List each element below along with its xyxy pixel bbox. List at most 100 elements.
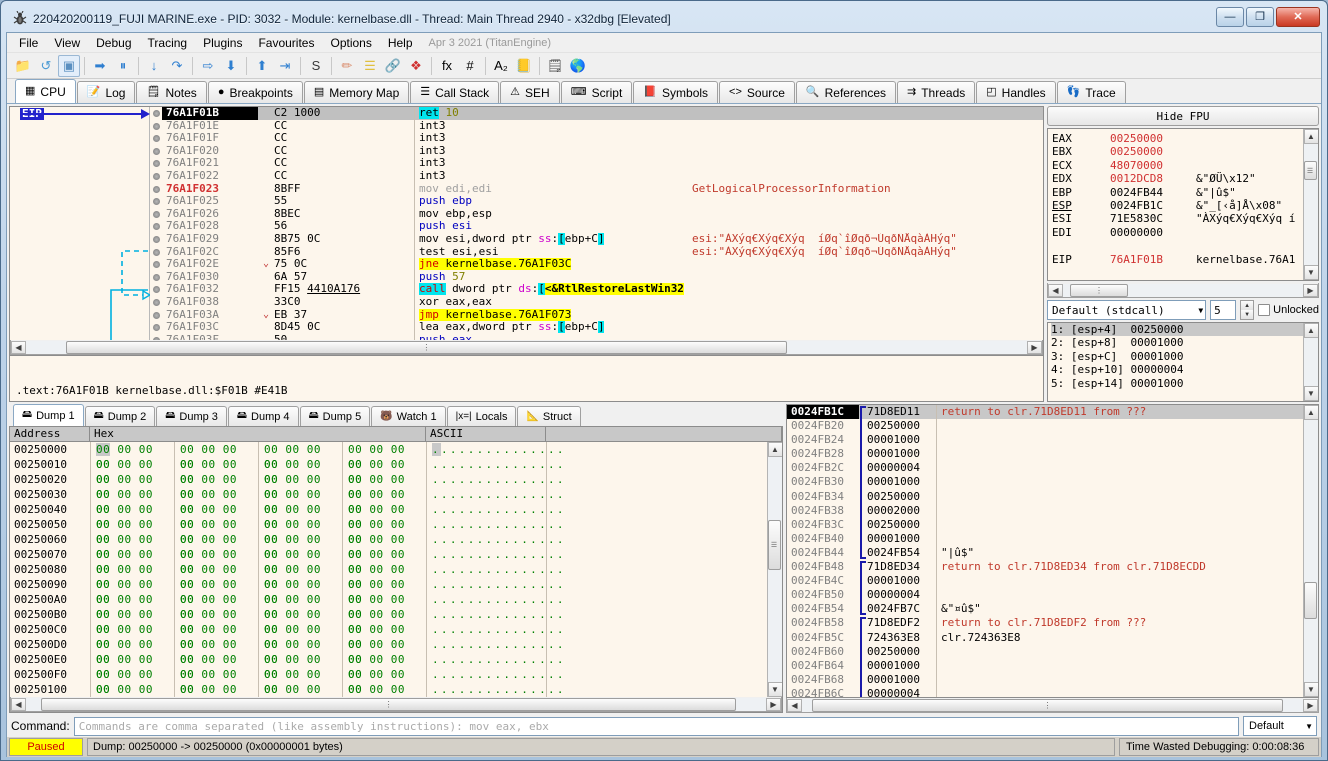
dump-ascii[interactable]: ............... bbox=[426, 487, 564, 502]
register-row-edi[interactable]: EDI 00000000 bbox=[1052, 226, 1303, 239]
stack-row[interactable]: 0024FB54 0024FB7C &"¤û$" bbox=[787, 602, 1303, 617]
dump-hex-group[interactable]: 00 00 00 00 bbox=[174, 472, 258, 501]
dump-hex-group[interactable]: 00 00 00 00 bbox=[342, 517, 426, 546]
stack-value[interactable]: 00250000 bbox=[867, 419, 937, 434]
dump-row[interactable]: 002500F0 00 00 00 00 00 00 00 00 00 00 00 0… bbox=[10, 667, 767, 696]
breakpoint-toggle[interactable] bbox=[150, 309, 162, 322]
disassembly-row[interactable]: 76A1F021 CC int3 bbox=[162, 157, 1043, 170]
tab-memory-map[interactable]: ▤ Memory Map bbox=[303, 81, 410, 103]
register-value[interactable]: 0024FB1C bbox=[1110, 199, 1196, 212]
register-value[interactable]: 71E5830C bbox=[1110, 212, 1196, 225]
disassembly-view[interactable]: EIP 76A1F01B C2 1000 ret 10 76A1F01E CC … bbox=[9, 106, 1044, 356]
minimize-button[interactable]: — bbox=[1216, 7, 1244, 27]
dump-hex-group[interactable]: 00 00 00 00 bbox=[342, 652, 426, 681]
dump-hex-group[interactable]: 00 00 00 00 bbox=[90, 577, 174, 606]
dump-tab-watch-1[interactable]: 🐻 Watch 1 bbox=[371, 406, 446, 426]
dump-hex-group[interactable]: 00 00 00 00 bbox=[342, 502, 426, 531]
breakpoint-dot-icon[interactable] bbox=[152, 235, 160, 243]
disassembly-row[interactable]: 76A1F01E CC int3 bbox=[162, 119, 1043, 133]
maximize-button[interactable]: ❐ bbox=[1246, 7, 1274, 27]
log-icon[interactable]: ☰ bbox=[359, 55, 381, 77]
dump-hex-group[interactable]: 00 00 00 00 bbox=[90, 532, 174, 561]
column-header-address[interactable]: Address bbox=[10, 427, 90, 441]
dump-hex-group[interactable]: 00 00 00 00 bbox=[90, 457, 174, 486]
dump-hex-group[interactable]: 00 00 00 00 bbox=[90, 607, 174, 636]
dump-ascii[interactable]: ............... bbox=[426, 457, 564, 472]
stack-value[interactable]: 00000004 bbox=[867, 588, 937, 603]
dump-hex-group[interactable]: 00 00 00 00 bbox=[174, 457, 258, 486]
dump-hex-group[interactable]: 00 00 00 00 bbox=[90, 667, 174, 696]
stack-value[interactable]: 71D8ED34 bbox=[867, 560, 937, 575]
disassembly-row[interactable]: 76A1F025 55 push ebp bbox=[162, 195, 1043, 208]
stack-hscrollbar[interactable]: ◀ ⋮ ▶ bbox=[786, 698, 1319, 713]
scroll-up-icon[interactable]: ▲ bbox=[1303, 129, 1318, 144]
stack-row[interactable]: 0024FB28 00001000 bbox=[787, 447, 1303, 463]
disassembly-row[interactable]: 76A1F01F CC int3 bbox=[162, 132, 1043, 145]
dump-hex-group[interactable]: 00 00 00 00 bbox=[90, 682, 174, 697]
stack-row[interactable]: 0024FB5C 724363E8 clr.724363E8 bbox=[787, 630, 1303, 646]
tab-breakpoints[interactable]: ● Breakpoints bbox=[207, 81, 303, 103]
scroll-thumb[interactable]: ⋮ bbox=[66, 340, 787, 354]
calculator-icon[interactable]: 🗒 bbox=[544, 55, 566, 77]
scroll-right-icon[interactable]: ▶ bbox=[1027, 340, 1042, 354]
register-row-esi[interactable]: ESI 71E5830C "ÀXýq€Xýq€Xýq í bbox=[1052, 212, 1303, 225]
scroll-right-icon[interactable]: ▶ bbox=[1303, 698, 1318, 712]
dump-tab-dump-3[interactable]: 🖴 Dump 3 bbox=[156, 406, 227, 426]
column-header-hex[interactable]: Hex bbox=[90, 427, 426, 441]
dump-hex-group[interactable]: 00 00 00 00 bbox=[342, 577, 426, 606]
breakpoints-icon[interactable]: ❖ bbox=[405, 55, 427, 77]
dump-tab-dump-5[interactable]: 🖴 Dump 5 bbox=[299, 406, 371, 426]
scroll-thumb[interactable]: ☰ bbox=[767, 520, 781, 570]
dump-ascii[interactable]: ............... bbox=[426, 682, 564, 697]
arguments-list[interactable]: 1: [esp+4] 00250000 2: [esp+8] 00001000 3:… bbox=[1048, 323, 1303, 401]
stack-value[interactable]: 00001000 bbox=[867, 672, 937, 687]
dump-tab-locals[interactable]: |x=| Locals bbox=[446, 406, 517, 426]
restart-icon[interactable]: ↺ bbox=[35, 55, 57, 77]
dump-ascii[interactable]: ............... bbox=[426, 517, 564, 532]
breakpoint-dot-icon[interactable] bbox=[152, 160, 160, 168]
scroll-thumb[interactable]: ⋮ bbox=[1070, 283, 1128, 297]
dump-hex-group[interactable]: 00 00 00 00 bbox=[342, 562, 426, 591]
dump-ascii[interactable]: ............... bbox=[426, 652, 564, 667]
breakpoint-toggle[interactable] bbox=[150, 233, 162, 246]
stack-row[interactable]: 0024FB60 00250000 bbox=[787, 644, 1303, 660]
stack-value[interactable]: 00000004 bbox=[867, 686, 937, 697]
stack-value[interactable]: 00250000 bbox=[867, 517, 937, 532]
stack-value[interactable]: 00001000 bbox=[867, 531, 937, 546]
dump-ascii[interactable]: ............... bbox=[426, 532, 564, 547]
close-program-icon[interactable]: ▣ bbox=[58, 54, 80, 77]
scroll-left-icon[interactable]: ◀ bbox=[11, 697, 26, 711]
register-value[interactable]: 0024FB44 bbox=[1110, 186, 1196, 199]
register-row-eax[interactable]: EAX 00250000 bbox=[1052, 132, 1303, 145]
dump-hex-group[interactable]: 00 00 00 00 bbox=[258, 487, 342, 516]
dump-tab-dump-1[interactable]: 🖴 Dump 1 bbox=[13, 404, 84, 426]
args-count-input[interactable]: 5 bbox=[1210, 300, 1237, 320]
stack-view[interactable]: 0024FB1C 71D8ED11 return to clr.71D8ED11 f… bbox=[786, 404, 1319, 698]
run-icon[interactable]: ➡ bbox=[89, 55, 111, 77]
disassembly-row[interactable]: 76A1F038 33C0 xor eax,eax bbox=[162, 295, 1043, 309]
scroll-up-icon[interactable]: ▲ bbox=[767, 442, 782, 457]
breakpoint-dot-icon[interactable] bbox=[152, 273, 160, 281]
breakpoint-dot-icon[interactable] bbox=[152, 336, 160, 340]
dump-row[interactable]: 00250040 00 00 00 00 00 00 00 00 00 00 00 0… bbox=[10, 502, 767, 531]
scroll-left-icon[interactable]: ◀ bbox=[787, 698, 802, 712]
tab-call-stack[interactable]: ☰ Call Stack bbox=[410, 81, 500, 103]
dump-ascii[interactable]: ............... bbox=[426, 562, 564, 577]
scroll-left-icon[interactable]: ◀ bbox=[1048, 283, 1063, 297]
tab-symbols[interactable]: 📕 Symbols bbox=[633, 81, 719, 103]
argument-row[interactable]: 3: [esp+C] 00001000 bbox=[1051, 350, 1303, 363]
breakpoint-dot-icon[interactable] bbox=[152, 324, 160, 332]
breakpoint-dot-icon[interactable] bbox=[152, 261, 160, 269]
register-row-eflags[interactable]: EFLAGS00000246 bbox=[1052, 279, 1303, 280]
column-header-ascii[interactable]: ASCII bbox=[426, 427, 546, 441]
dump-hex-group[interactable]: 00 00 00 00 bbox=[174, 607, 258, 636]
dump-hex-group[interactable]: 00 00 00 00 bbox=[174, 577, 258, 606]
dump-row[interactable]: 002500E0 00 00 00 00 00 00 00 00 00 00 00 0… bbox=[10, 652, 767, 681]
breakpoint-dot-icon[interactable] bbox=[152, 185, 160, 193]
stack-value[interactable]: 00001000 bbox=[867, 475, 937, 490]
stack-row[interactable]: 0024FB30 00001000 bbox=[787, 475, 1303, 491]
scroll-thumb[interactable]: ☰ bbox=[1303, 160, 1317, 181]
breakpoint-toggle[interactable] bbox=[150, 120, 162, 133]
scroll-down-icon[interactable]: ▼ bbox=[1303, 682, 1318, 697]
disassembly-row[interactable]: 76A1F02E ⌄ 75 0C jne kernelbase.76A1F03C bbox=[162, 258, 1043, 271]
